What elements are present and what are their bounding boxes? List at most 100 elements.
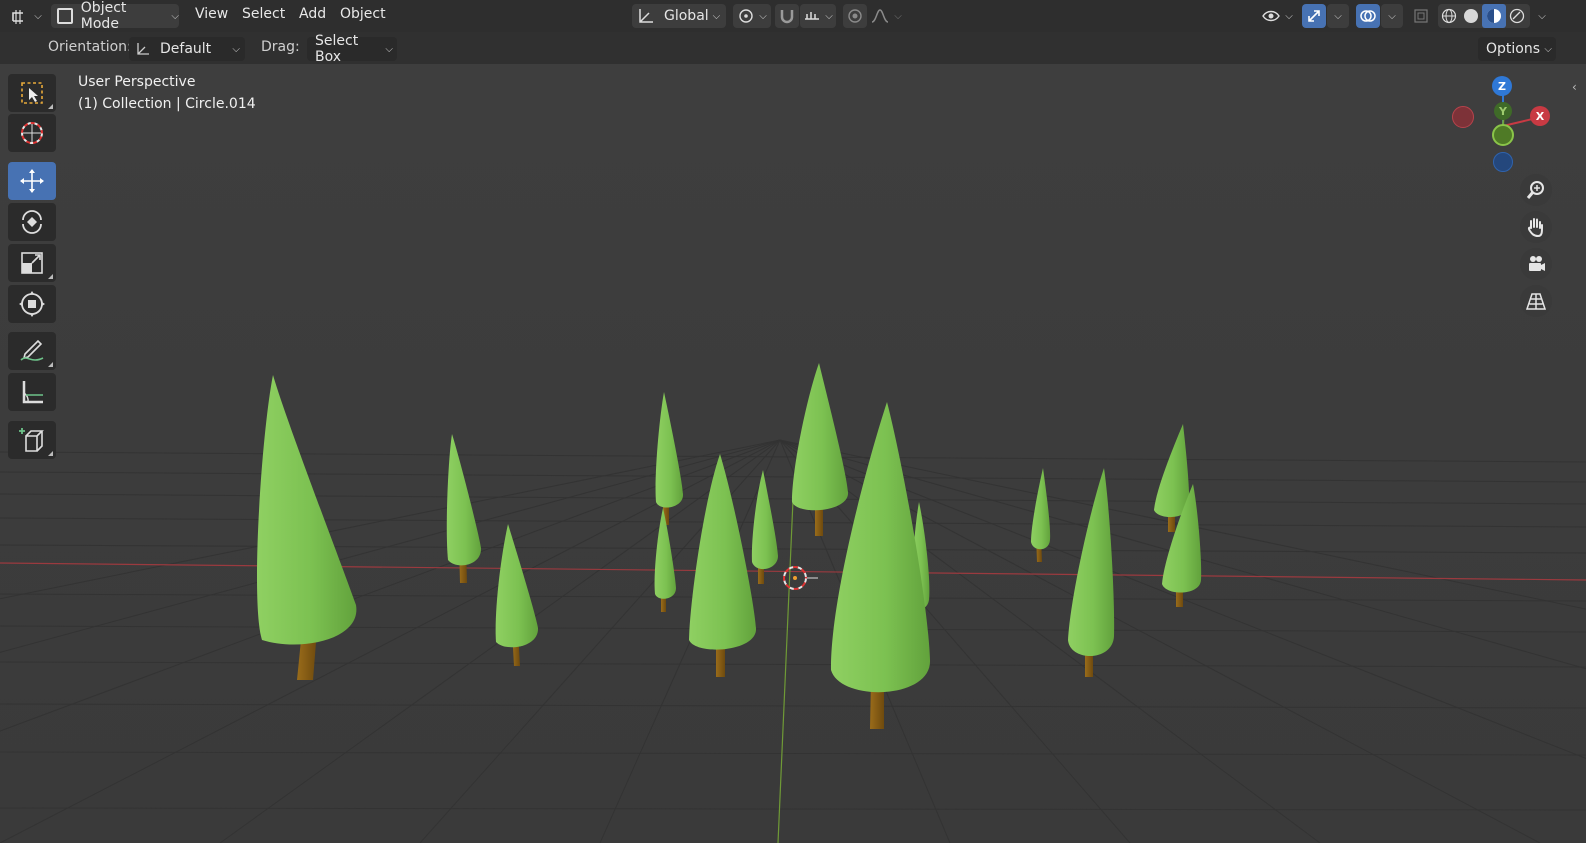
tree[interactable] xyxy=(830,402,931,729)
gizmo-neg-x[interactable] xyxy=(1452,106,1474,128)
overlays-dropdown[interactable]: ⌵ xyxy=(1381,4,1403,28)
scene-canvas[interactable] xyxy=(0,64,1586,843)
sidebar-expand-icon[interactable]: ‹ xyxy=(1572,80,1577,94)
gizmo-neg-y[interactable] xyxy=(1492,124,1514,146)
xray-icon xyxy=(1414,9,1428,23)
tool-add-cube[interactable] xyxy=(8,421,56,459)
chevron-down-icon: ⌵ xyxy=(1334,10,1342,22)
shading-mode-group xyxy=(1438,4,1530,28)
pivot-point-dropdown[interactable]: ⌵ xyxy=(733,4,771,28)
tool-rotate[interactable] xyxy=(8,203,56,241)
x-axis-line xyxy=(0,562,1586,581)
snap-toggle[interactable] xyxy=(775,4,799,28)
tree[interactable] xyxy=(655,392,684,525)
gizmo-arrows-icon xyxy=(1308,10,1320,22)
solid-sphere-icon xyxy=(1464,9,1478,23)
y-axis-label: Y xyxy=(1499,104,1507,118)
cursor-target-icon xyxy=(21,122,43,144)
visibility-dropdown[interactable]: ⌵ xyxy=(1258,4,1296,28)
overlays-toggle[interactable] xyxy=(1356,4,1380,28)
view-name-text: User Perspective xyxy=(78,74,196,90)
orientation-axes-icon xyxy=(639,9,653,23)
proportional-edit-icon xyxy=(848,9,862,23)
orientation-axes-icon xyxy=(137,43,149,55)
tool-select-box[interactable] xyxy=(8,74,56,112)
shading-dropdown[interactable]: ⌵ xyxy=(1532,4,1552,28)
orientation-dropdown[interactable]: Default ⌵ xyxy=(129,37,245,61)
wireframe-sphere-icon xyxy=(1441,8,1457,24)
tree[interactable] xyxy=(751,470,778,584)
material-preview-button[interactable] xyxy=(1482,4,1506,28)
x-axis-label: X xyxy=(1535,109,1545,123)
object-info-text: (1) Collection | Circle.014 xyxy=(78,96,256,112)
chevron-down-icon: ⌵ xyxy=(385,43,393,55)
tree[interactable] xyxy=(257,375,357,680)
orientation-value: Default xyxy=(160,41,212,57)
mode-dropdown[interactable]: Object Mode ⌵ xyxy=(51,0,179,32)
gizmo-y-axis[interactable]: Y xyxy=(1494,102,1512,120)
tool-scale[interactable] xyxy=(8,244,56,282)
perspective-toggle-button[interactable] xyxy=(1520,285,1552,317)
gizmo-x-axis[interactable]: X xyxy=(1530,106,1550,126)
proportional-edit-toggle[interactable] xyxy=(843,4,867,28)
snap-target-dropdown[interactable]: ⌵ xyxy=(800,4,836,28)
options-dropdown[interactable]: Options ⌵ xyxy=(1478,37,1556,61)
tool-annotate[interactable] xyxy=(8,332,56,370)
tool-measure[interactable] xyxy=(8,373,56,411)
tree[interactable] xyxy=(446,434,482,583)
add-cube-icon xyxy=(19,428,44,452)
rendered-sphere-icon xyxy=(1509,8,1525,24)
gizmo-z-axis[interactable]: Z xyxy=(1492,76,1512,96)
mode-label: Object Mode xyxy=(80,0,127,32)
tool-transform[interactable] xyxy=(8,285,56,323)
menu-object[interactable]: Object xyxy=(340,6,386,22)
xray-toggle[interactable] xyxy=(1410,4,1432,28)
transform-orientation-dropdown[interactable]: Global ⌵ xyxy=(632,4,726,28)
drag-dropdown[interactable]: Select Box ⌵ xyxy=(307,33,397,65)
zoom-magnifier-icon xyxy=(1526,181,1544,199)
navigation-gizmo[interactable]: Z Y X xyxy=(1450,72,1570,182)
tree[interactable] xyxy=(689,454,757,677)
tree[interactable] xyxy=(792,363,849,536)
drag-label: Drag: xyxy=(261,39,300,55)
object-mode-icon xyxy=(57,8,73,24)
falloff-dropdown[interactable]: ⌵ xyxy=(869,4,903,28)
3d-viewport[interactable]: User Perspective (1) Collection | Circle… xyxy=(0,64,1586,843)
chevron-down-icon: ⌵ xyxy=(34,10,42,22)
menu-add[interactable]: Add xyxy=(299,6,326,22)
menu-select[interactable]: Select xyxy=(242,6,285,22)
rendered-shading-button[interactable] xyxy=(1506,8,1528,24)
drag-value: Select Box xyxy=(315,33,359,65)
submenu-corner-icon xyxy=(48,274,53,279)
submenu-corner-icon xyxy=(48,362,53,367)
menu-view[interactable]: View xyxy=(195,6,228,22)
chevron-down-icon: ⌵ xyxy=(171,10,179,22)
tree[interactable] xyxy=(1068,468,1115,677)
transform-icon xyxy=(19,291,45,317)
grid-perspective-icon xyxy=(1525,293,1547,310)
zoom-button[interactable] xyxy=(1520,174,1552,206)
tree[interactable] xyxy=(1031,468,1051,562)
chevron-down-icon: ⌵ xyxy=(894,10,902,22)
wireframe-shading-button[interactable] xyxy=(1438,8,1460,24)
editor-type-button[interactable]: ⌵ xyxy=(8,4,44,28)
snap-increment-icon xyxy=(805,12,820,20)
editor-type-icon xyxy=(12,10,24,24)
gizmo-dropdown[interactable]: ⌵ xyxy=(1327,4,1349,28)
tool-cursor[interactable] xyxy=(8,114,56,152)
overlays-icon xyxy=(1360,10,1376,22)
chevron-down-icon: ⌵ xyxy=(825,10,833,22)
pencil-icon xyxy=(20,339,44,361)
orientation-label: Orientation: xyxy=(48,39,132,55)
camera-icon xyxy=(1529,256,1545,271)
camera-view-button[interactable] xyxy=(1520,248,1552,280)
chevron-down-icon: ⌵ xyxy=(232,43,240,55)
rotate-icon xyxy=(22,210,42,234)
transform-orientation-label: Global xyxy=(664,8,709,24)
tree[interactable] xyxy=(495,524,539,666)
tool-move[interactable] xyxy=(8,162,56,200)
pan-button[interactable] xyxy=(1520,211,1552,243)
solid-shading-button[interactable] xyxy=(1460,8,1482,24)
gizmo-toggle[interactable] xyxy=(1302,4,1326,28)
gizmo-neg-z[interactable] xyxy=(1493,152,1513,172)
